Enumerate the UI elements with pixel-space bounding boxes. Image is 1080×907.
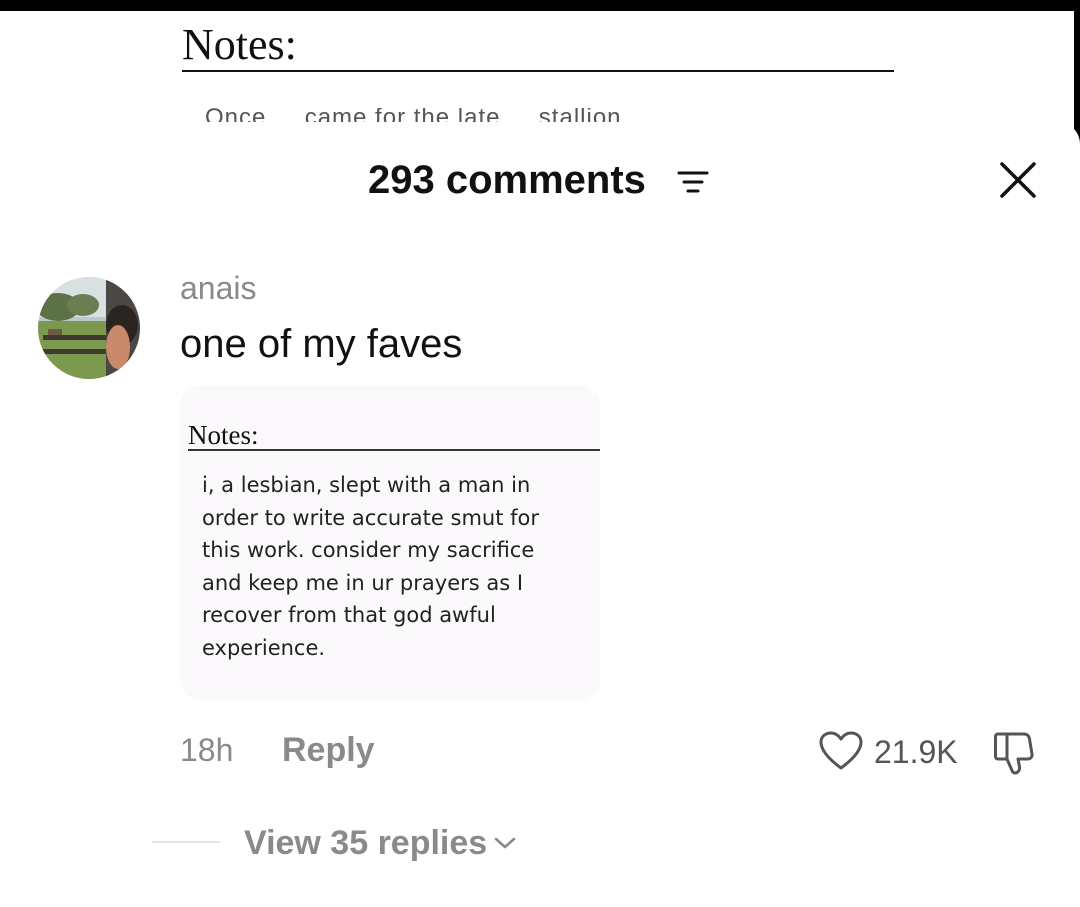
image-notes-rule (188, 449, 600, 451)
background-notes-partial: Once ... came for the late ... stallion (205, 108, 622, 122)
chevron-down-icon (494, 837, 516, 849)
image-notes-line: order to write accurate smut for (202, 505, 539, 530)
background-notes-rule (182, 70, 894, 72)
comments-sheet: 293 comments anais one of my faves Notes… (0, 122, 1080, 907)
image-notes-body: i, a lesbian, slept with a man in order … (202, 469, 592, 664)
background-notes-clipped-text: Once ... came for the late ... stallion (205, 108, 845, 122)
image-notes-line: recover from that god awful (202, 603, 496, 627)
avatar[interactable] (38, 277, 140, 379)
reply-button[interactable]: Reply (282, 730, 375, 770)
background-notes: Notes: (182, 20, 894, 72)
comment-timestamp: 18h (180, 732, 234, 768)
heart-icon[interactable] (818, 730, 864, 772)
image-notes-line: this work. consider my sacrifice (202, 538, 535, 562)
comments-count: 293 comments (368, 158, 646, 202)
comment-text: one of my faves (180, 322, 463, 366)
like-count: 21.9K (874, 734, 958, 770)
image-notes-line: and keep me in ur prayers as I (202, 570, 524, 595)
image-notes-line: experience. (202, 635, 326, 660)
avatar-photo (38, 277, 140, 379)
close-icon[interactable] (998, 160, 1038, 200)
background-notes-title: Notes: (182, 20, 297, 69)
status-bar-edge (0, 0, 1080, 11)
thumbs-down-icon[interactable] (992, 726, 1040, 776)
view-replies-label: View 35 replies (244, 824, 488, 862)
comment-attached-image[interactable]: Notes: i, a lesbian, slept with a man in… (180, 385, 600, 700)
replies-divider (152, 841, 220, 843)
sort-icon[interactable] (676, 169, 710, 195)
image-notes-line: i, a lesbian, slept with a man in (202, 473, 531, 497)
comments-header: 293 comments (0, 122, 1080, 238)
view-replies-button[interactable]: View 35 replies (244, 822, 517, 864)
comment-username[interactable]: anais (180, 268, 257, 308)
image-notes-title: Notes: (188, 420, 259, 450)
